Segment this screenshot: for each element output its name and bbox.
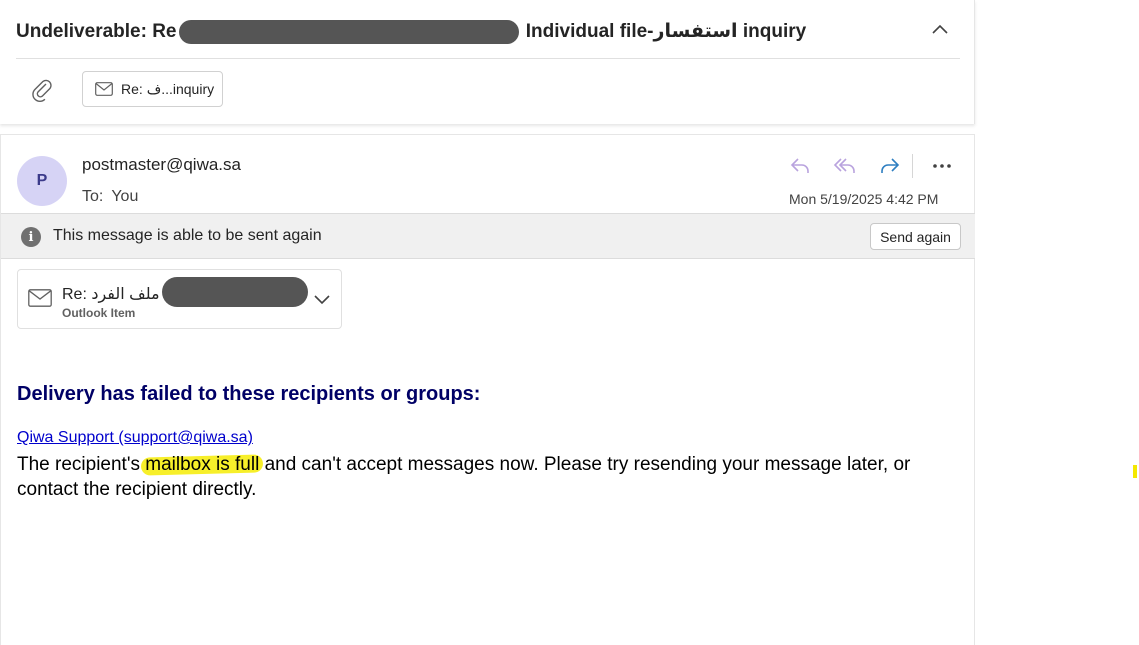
forward-button[interactable] <box>875 153 905 179</box>
email-subject: Undeliverable: Re Individual file-استفسا… <box>16 20 806 44</box>
sender-address[interactable]: postmaster@qiwa.sa <box>82 155 241 175</box>
info-text: This message is able to be sent again <box>53 227 322 244</box>
toolbar-divider <box>912 154 913 178</box>
chevron-up-icon <box>932 24 948 34</box>
recipient-link[interactable]: Qiwa Support (support@qiwa.sa) <box>17 429 253 447</box>
envelope-icon <box>28 289 52 307</box>
reply-all-button[interactable] <box>830 153 860 179</box>
message-actions <box>785 153 957 179</box>
to-value[interactable]: You <box>111 188 138 205</box>
collapse-button[interactable] <box>926 18 954 42</box>
redacted-block <box>178 20 519 44</box>
info-bar: i This message is able to be sent again … <box>1 213 975 259</box>
reply-button[interactable] <box>785 153 815 179</box>
to-label: To: <box>82 188 104 205</box>
reply-all-icon <box>833 158 855 173</box>
failure-message: The recipient's mailbox is full and can'… <box>17 452 967 502</box>
highlighted-text: mailbox is full <box>145 454 260 475</box>
delivery-failed-heading: Delivery has failed to these recipients … <box>17 383 481 405</box>
divider <box>16 58 960 59</box>
paperclip-icon <box>32 79 52 102</box>
subject-suffix: Individual file-استفسار inquiry <box>520 21 807 43</box>
more-actions-button[interactable] <box>927 153 957 179</box>
info-icon: i <box>21 227 41 247</box>
reply-icon <box>790 158 809 173</box>
chevron-down-icon[interactable] <box>312 290 332 308</box>
avatar[interactable]: P <box>17 156 67 206</box>
outlook-item-title-text: Re: ملف الفرد <box>62 286 160 304</box>
attachment-label: Re: ف...inquiry <box>121 80 215 97</box>
attachment-chip[interactable]: Re: ف...inquiry <box>82 71 223 107</box>
redacted-block <box>161 277 308 307</box>
outlook-item-title: Re: ملف الفرد <box>62 277 308 307</box>
recipient-line: To: You <box>82 188 138 206</box>
outlook-item-attachment[interactable]: Re: ملف الفرد Outlook Item <box>17 269 342 329</box>
subject-prefix: Undeliverable: Re <box>16 21 177 43</box>
failure-text-start: The recipient's <box>17 454 146 475</box>
highlight-mark <box>1133 465 1137 478</box>
envelope-icon <box>95 82 113 96</box>
subject-header: Undeliverable: Re Individual file-استفسا… <box>0 0 975 124</box>
forward-icon <box>881 158 900 173</box>
outlook-item-type: Outlook Item <box>62 306 136 320</box>
more-icon <box>933 164 951 168</box>
message-pane: P postmaster@qiwa.sa To: You Mon 5/19/20… <box>0 134 975 645</box>
sent-date: Mon 5/19/2025 4:42 PM <box>789 191 939 207</box>
attachments-button[interactable] <box>28 78 56 104</box>
send-again-button[interactable]: Send again <box>870 223 961 250</box>
